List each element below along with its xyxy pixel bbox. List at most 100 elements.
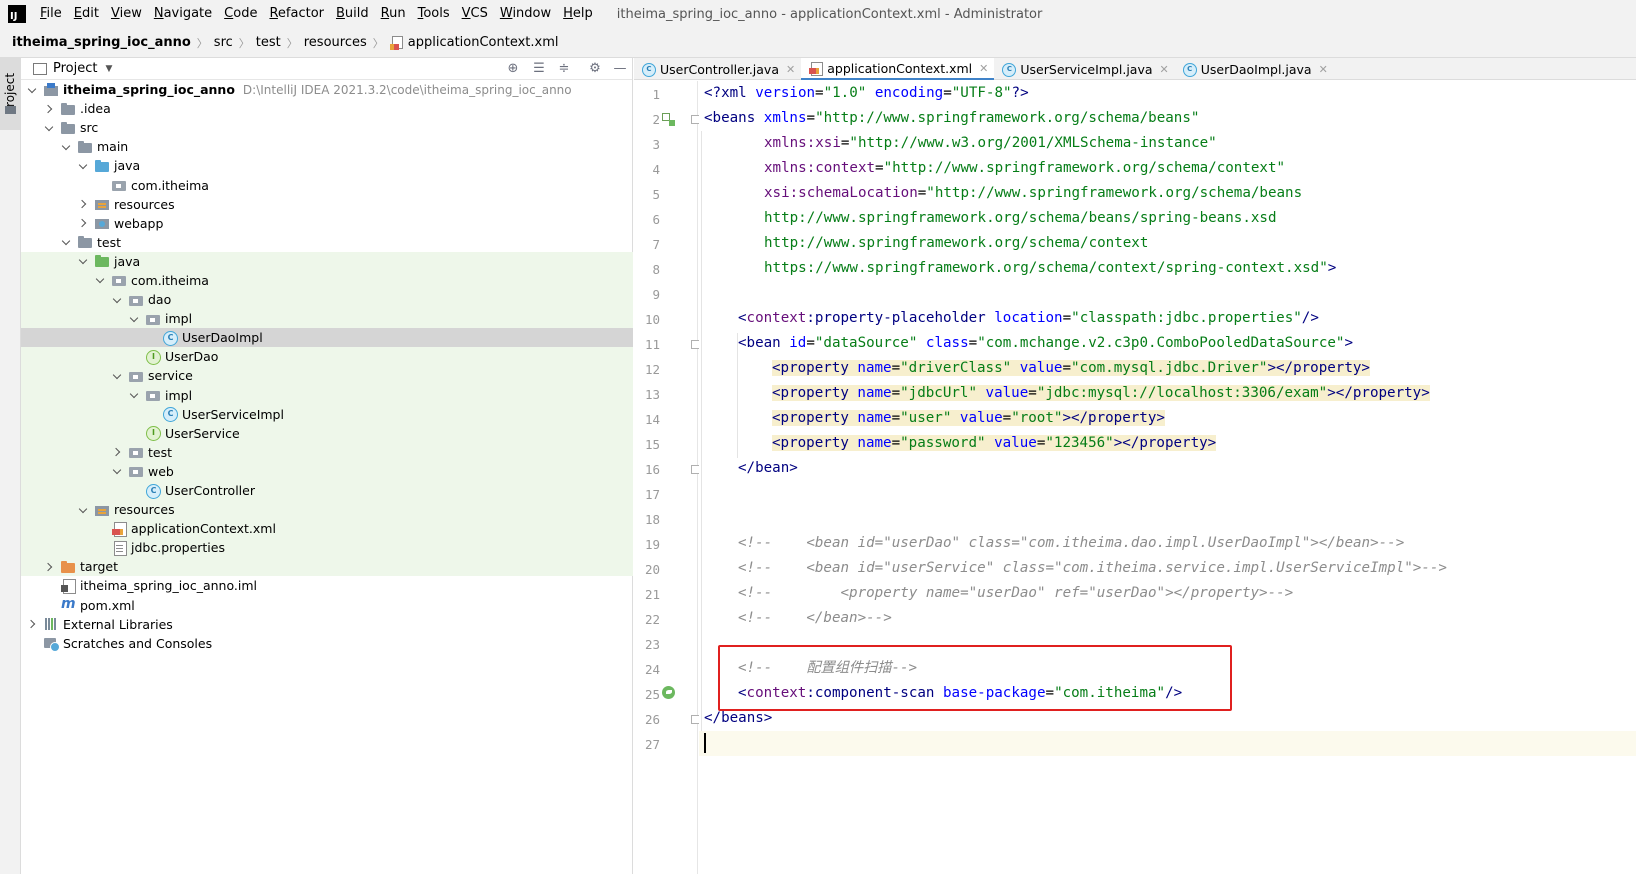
project-panel: Project ▼ ⊕ ☰ ≑ ⚙ — itheima_spring_ioc_a… <box>21 58 633 874</box>
tree-item-service[interactable]: service <box>21 366 633 386</box>
minimize-icon[interactable]: — <box>612 61 628 77</box>
breadcrumb-resources[interactable]: resources <box>304 35 367 50</box>
spring-beans-gutter-icon[interactable] <box>662 113 676 127</box>
tree-item-userdao[interactable]: UserDao <box>21 347 633 367</box>
tree-item-main-java[interactable]: java <box>21 156 633 175</box>
tree-item-usercontroller[interactable]: UserController <box>21 480 633 501</box>
tree-item-test-package[interactable]: com.itheima <box>21 270 633 291</box>
tab-applicationcontext[interactable]: applicationContext.xml ✕ <box>801 58 995 80</box>
line-number: 14 <box>644 412 660 427</box>
package-icon <box>128 293 144 307</box>
tree-item-test-package-test[interactable]: test <box>21 442 633 462</box>
chevron-down-icon[interactable] <box>78 160 90 172</box>
chevron-down-icon[interactable] <box>112 294 124 306</box>
tree-item-userservice[interactable]: UserService <box>21 423 633 443</box>
gear-icon[interactable]: ⚙ <box>587 61 603 77</box>
tab-label: UserServiceImpl.java <box>1020 61 1153 77</box>
chevron-down-icon[interactable] <box>44 122 56 134</box>
chevron-right-icon[interactable] <box>78 198 90 210</box>
line-number: 5 <box>652 187 660 202</box>
tree-item-service-impl[interactable]: impl <box>21 385 633 405</box>
breadcrumb-file[interactable]: applicationContext.xml <box>408 35 559 50</box>
chevron-down-icon[interactable] <box>61 236 73 248</box>
tree-item-main-resources[interactable]: resources <box>21 195 633 214</box>
menu-build[interactable]: Build <box>330 0 375 28</box>
expand-all-icon[interactable]: ☰ <box>531 61 547 77</box>
tree-item-applicationcontext[interactable]: applicationContext.xml <box>21 519 633 539</box>
close-icon[interactable]: ✕ <box>1160 63 1169 76</box>
tree-item-iml[interactable]: itheima_spring_ioc_anno.iml <box>21 576 633 595</box>
tree-item-webapp[interactable]: webapp <box>21 214 633 233</box>
tree-item-web[interactable]: web <box>21 461 633 481</box>
spring-leaf-gutter-icon[interactable] <box>662 686 676 700</box>
tree-item-scratches[interactable]: Scratches and Consoles <box>21 634 633 653</box>
menu-view[interactable]: View <box>105 0 148 28</box>
menu-file[interactable]: File <box>34 0 68 28</box>
tree-item-test-java[interactable]: java <box>21 251 633 271</box>
menu-tools[interactable]: Tools <box>412 0 456 28</box>
scratches-icon <box>43 636 60 653</box>
tree-item-main-package[interactable]: com.itheima <box>21 175 633 194</box>
java-class-icon <box>162 330 178 346</box>
locate-file-icon[interactable]: ⊕ <box>505 61 521 77</box>
tree-item-target[interactable]: target <box>21 557 633 577</box>
breadcrumb-separator-icon: 〉 <box>372 36 384 50</box>
menu-edit[interactable]: Edit <box>68 0 105 28</box>
tree-item-pom[interactable]: pom.xml <box>21 596 633 615</box>
close-icon[interactable]: ✕ <box>1319 63 1328 76</box>
left-tool-stripe: Project <box>0 58 21 874</box>
breadcrumb-project[interactable]: itheima_spring_ioc_anno <box>12 35 191 50</box>
breadcrumb-src[interactable]: src <box>214 35 233 50</box>
chevron-right-icon[interactable] <box>44 561 56 573</box>
tree-item-jdbc-properties[interactable]: jdbc.properties <box>21 538 633 558</box>
chevron-right-icon[interactable] <box>112 446 124 458</box>
tab-userserviceimpl[interactable]: UserServiceImpl.java ✕ <box>994 58 1174 80</box>
project-tool-button[interactable]: Project <box>0 58 21 130</box>
menu-code[interactable]: Code <box>218 0 263 28</box>
chevron-down-icon[interactable] <box>61 141 73 153</box>
chevron-down-icon[interactable] <box>95 274 107 286</box>
menu-window[interactable]: Window <box>494 0 557 28</box>
chevron-down-icon[interactable] <box>112 465 124 477</box>
chevron-down-icon[interactable] <box>112 370 124 382</box>
chevron-down-icon[interactable] <box>78 504 90 516</box>
chevron-down-icon[interactable]: ▼ <box>105 64 112 74</box>
chevron-right-icon[interactable] <box>44 103 56 115</box>
chevron-right-icon[interactable] <box>78 217 90 229</box>
menu-refactor[interactable]: Refactor <box>263 0 330 28</box>
java-interface-icon <box>145 349 161 365</box>
menu-vcs[interactable]: VCS <box>456 0 494 28</box>
tree-item-idea[interactable]: .idea <box>21 99 633 118</box>
tree-item-src[interactable]: src <box>21 118 633 137</box>
menu-help[interactable]: Help <box>557 0 599 28</box>
chevron-down-icon[interactable] <box>129 389 141 401</box>
code-line-10: <context:property-placeholder location="… <box>738 310 1319 326</box>
tree-item-external-libraries[interactable]: External Libraries <box>21 615 633 634</box>
chevron-down-icon[interactable] <box>78 255 90 267</box>
menu-run[interactable]: Run <box>375 0 412 28</box>
close-icon[interactable]: ✕ <box>979 62 988 75</box>
menu-navigate[interactable]: Navigate <box>148 0 218 28</box>
java-class-icon <box>145 483 161 499</box>
code-line-11: <bean id="dataSource" class="com.mchange… <box>738 335 1354 351</box>
chevron-right-icon[interactable] <box>27 618 39 630</box>
tab-userdaoimpl[interactable]: UserDaoImpl.java ✕ <box>1175 58 1334 80</box>
tree-item-userserviceimpl[interactable]: UserServiceImpl <box>21 404 633 424</box>
project-panel-title[interactable]: Project <box>53 61 97 76</box>
tree-item-test-resources[interactable]: resources <box>21 500 633 520</box>
tree-item-test[interactable]: test <box>21 233 633 252</box>
folder-icon <box>5 106 16 114</box>
code-editor[interactable]: <?xml version="1.0" encoding="UTF-8"?> <… <box>699 81 1636 874</box>
collapse-all-icon[interactable]: ≑ <box>556 61 572 77</box>
tree-item-dao[interactable]: dao <box>21 290 633 310</box>
breadcrumb-test[interactable]: test <box>256 35 281 50</box>
line-number: 22 <box>644 612 660 627</box>
tree-item-main[interactable]: main <box>21 137 633 156</box>
tree-item-project-root[interactable]: itheima_spring_ioc_anno D:\IntelliJ IDEA… <box>21 80 633 99</box>
chevron-down-icon[interactable] <box>129 313 141 325</box>
tab-usercontroller[interactable]: UserController.java ✕ <box>634 58 801 80</box>
chevron-down-icon[interactable] <box>27 84 39 96</box>
close-icon[interactable]: ✕ <box>786 63 795 76</box>
tree-item-userdaoimpl[interactable]: UserDaoImpl <box>21 328 633 348</box>
tree-item-dao-impl[interactable]: impl <box>21 309 633 329</box>
